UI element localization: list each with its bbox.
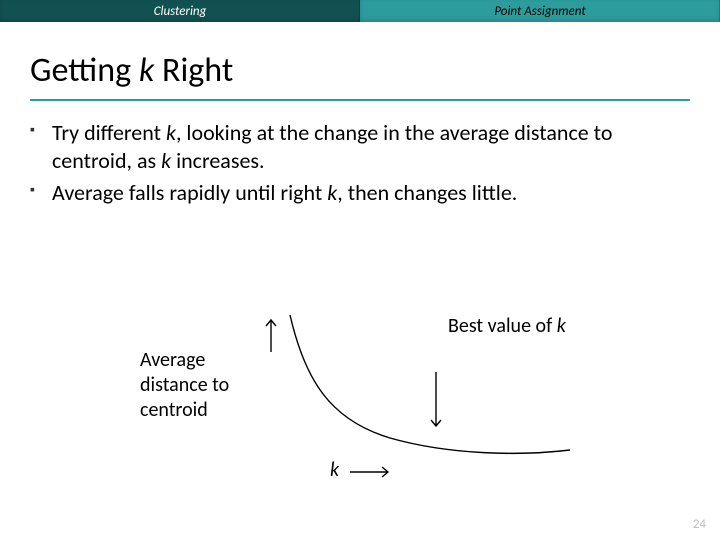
slide: Clustering Point Assignment Getting k Ri… (0, 0, 720, 540)
b1-k1: k (166, 119, 176, 146)
b2-k: k (327, 179, 337, 206)
y-axis-label: Average distance to centroid (140, 348, 260, 423)
tab-clustering: Clustering (0, 0, 360, 22)
arrow-down-icon (431, 372, 441, 426)
title-pre: Getting (30, 50, 139, 91)
b2-pre: Average falls rapidly until right (52, 179, 327, 206)
page-number: 24 (693, 517, 706, 532)
title-k: k (139, 50, 154, 91)
bullet-2: Average falls rapidly until right k, the… (30, 179, 690, 207)
elbow-chart: Average distance to centroid k Best valu… (140, 300, 580, 490)
b2-post: , then changes little. (337, 179, 517, 206)
b1-pre: Try different (52, 119, 166, 146)
tab-bar: Clustering Point Assignment (0, 0, 720, 22)
arrow-up-icon (266, 320, 276, 352)
b1-k2: k (161, 147, 171, 174)
title-post: Right (154, 50, 233, 91)
best-k: k (557, 314, 566, 338)
best-value-annotation: Best value of k (448, 314, 568, 339)
page-title: Getting k Right (0, 22, 720, 95)
arrow-right-icon (350, 467, 388, 477)
bullet-1: Try different k, looking at the change i… (30, 119, 690, 175)
b1-post: increases. (171, 147, 264, 174)
bullet-list: Try different k, looking at the change i… (0, 101, 720, 207)
best-pre: Best value of (448, 314, 557, 338)
x-axis-label: k (330, 458, 339, 482)
tab-point-assignment: Point Assignment (360, 0, 720, 22)
